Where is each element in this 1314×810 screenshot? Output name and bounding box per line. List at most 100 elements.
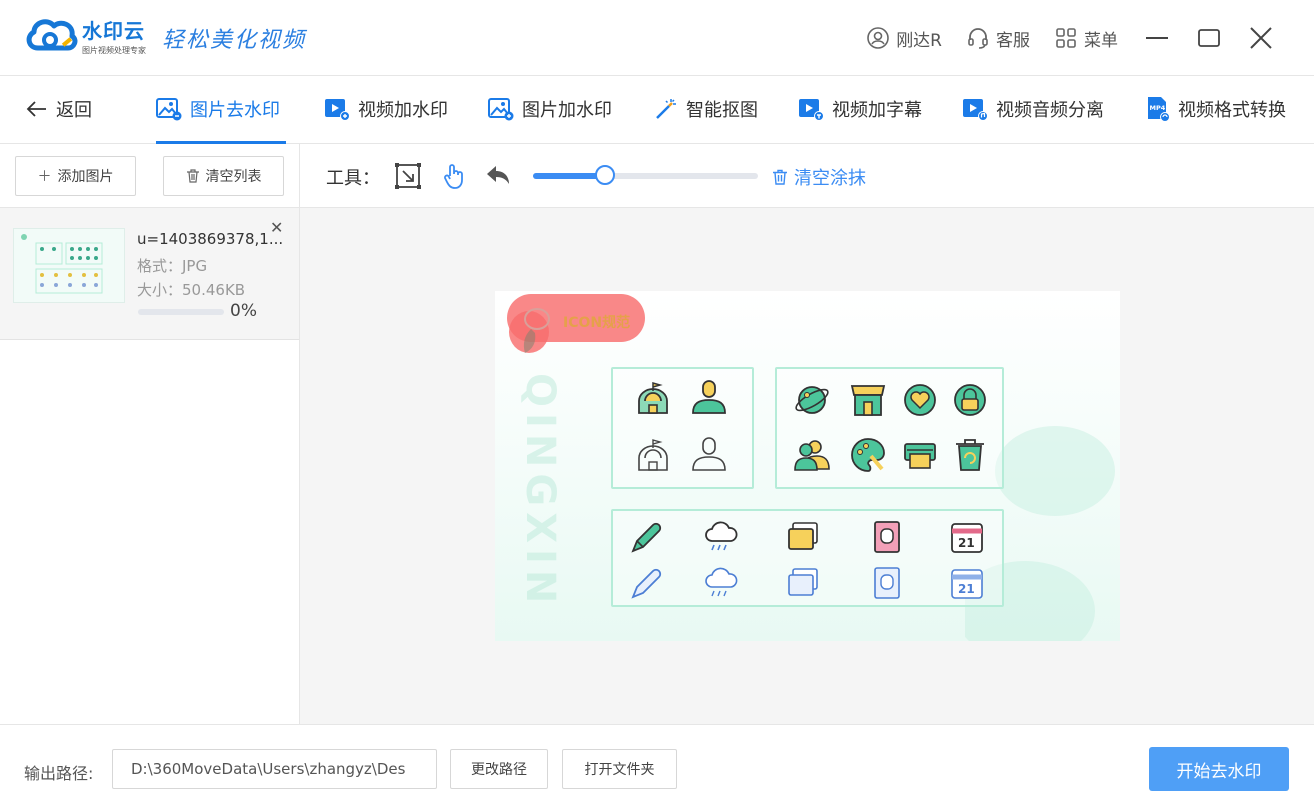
shop-icon xyxy=(850,385,886,416)
user-account-button[interactable]: 刚达R xyxy=(866,26,942,51)
calendar-day: 21 xyxy=(958,536,975,550)
leaf-logo-icon xyxy=(523,308,550,353)
tab-image-remove-watermark[interactable]: 图片去水印 xyxy=(156,96,280,122)
palette-icon xyxy=(851,438,885,472)
lock-icon xyxy=(954,384,986,416)
castle-outline-icon xyxy=(638,439,668,471)
footer-bar: 输出路径: D:\360MoveData\Users\zhangyz\Des 更… xyxy=(0,724,1314,810)
clear-paint-label: 清空涂抹 xyxy=(794,168,866,189)
app-slogan: 轻松美化视频 xyxy=(162,28,307,53)
add-image-button[interactable]: ＋ 添加图片 xyxy=(15,156,136,196)
tab-label: 图片加水印 xyxy=(522,100,612,121)
rain-cloud-icon xyxy=(705,521,738,551)
tab-video-format-convert[interactable]: MP4 视频格式转换 xyxy=(1146,96,1286,122)
trash-icon xyxy=(186,169,199,183)
output-path-field[interactable]: D:\360MoveData\Users\zhangyz\Des xyxy=(112,749,437,789)
file-name: u=1403869378,1... xyxy=(137,230,284,248)
rain-cloud-blue-icon xyxy=(705,567,738,597)
function-nav: 返回 图片去水印 视频加水印 图片加水印 智能抠图 视频加字幕 视频音频分离 M… xyxy=(0,76,1314,144)
back-button[interactable]: 返回 xyxy=(26,96,92,122)
customer-service-button[interactable]: 客服 xyxy=(966,26,1030,51)
minimize-icon xyxy=(1146,37,1168,39)
tab-video-add-watermark[interactable]: 视频加水印 xyxy=(324,96,448,122)
preview-canvas[interactable]: QINGXIN ICON规范 21 21 xyxy=(300,208,1314,724)
video-audio-icon xyxy=(963,99,988,121)
file-format: 格式：JPG xyxy=(137,257,208,275)
magic-wand-icon xyxy=(656,99,676,119)
file-progress-bar xyxy=(138,309,224,315)
close-button[interactable] xyxy=(1246,23,1276,53)
clear-list-button[interactable]: 清空列表 xyxy=(163,156,284,196)
file-thumbnail xyxy=(13,228,125,303)
tab-label: 视频音频分离 xyxy=(996,100,1104,121)
mp4-file-icon: MP4 xyxy=(1148,97,1170,122)
headset-icon xyxy=(968,28,988,49)
plus-icon: ＋ xyxy=(37,169,52,185)
file-size: 大小：50.46KB xyxy=(137,281,246,299)
video-add-icon xyxy=(325,99,350,121)
maximize-icon xyxy=(1198,29,1220,47)
person-outline-icon xyxy=(692,437,726,471)
back-label: 返回 xyxy=(56,100,92,121)
tab-video-add-subtitle[interactable]: 视频加字幕 xyxy=(798,96,922,122)
mp4-badge: MP4 xyxy=(1150,104,1166,112)
person-icon xyxy=(692,380,726,414)
file-list-item[interactable]: u=1403869378,1... 格式：JPG 大小：50.46KB ✕ 0% xyxy=(0,208,299,340)
tab-video-audio-split[interactable]: 视频音频分离 xyxy=(962,96,1104,122)
recycle-bin-icon xyxy=(956,439,984,471)
tab-label: 视频加水印 xyxy=(358,100,448,121)
preview-image[interactable]: QINGXIN ICON规范 21 21 xyxy=(495,291,1120,641)
file-progress-text: 0% xyxy=(230,301,257,321)
planet-icon xyxy=(795,386,829,414)
remove-file-icon[interactable]: ✕ xyxy=(270,218,283,237)
hand-pointer-icon[interactable] xyxy=(440,162,468,190)
heart-icon xyxy=(904,384,936,416)
select-box-icon[interactable] xyxy=(394,162,422,190)
menu-button[interactable]: 菜单 xyxy=(1054,26,1118,51)
tools-label: 工具： xyxy=(326,168,380,189)
mask-watermark-text: ICON规范 xyxy=(563,315,631,331)
tab-image-add-watermark[interactable]: 图片加水印 xyxy=(488,96,612,122)
maximize-button[interactable] xyxy=(1194,23,1224,53)
cards-blue-icon xyxy=(788,568,818,596)
grid-menu-icon xyxy=(1056,28,1076,48)
menu-label: 菜单 xyxy=(1084,30,1118,51)
tab-label: 视频加字幕 xyxy=(832,100,922,121)
undo-icon[interactable] xyxy=(484,162,512,190)
minimize-button[interactable] xyxy=(1142,23,1172,53)
tab-label: 智能抠图 xyxy=(686,100,758,121)
background-watermark-text: QINGXIN xyxy=(517,373,563,610)
pencil-blue-icon xyxy=(631,568,662,599)
video-subtitle-icon xyxy=(799,99,824,121)
start-remove-watermark-button[interactable]: 开始去水印 xyxy=(1149,747,1289,791)
open-folder-button[interactable]: 打开文件夹 xyxy=(562,749,677,789)
add-image-label: 添加图片 xyxy=(57,169,114,185)
tab-smart-cutout[interactable]: 智能抠图 xyxy=(654,96,758,122)
contact-book-icon xyxy=(874,521,900,553)
tool-bar: 工具： 清空涂抹 xyxy=(300,144,1314,208)
title-bar: 水印云 图片视频处理专家 轻松美化视频 刚达R 客服 菜单 xyxy=(0,0,1314,76)
brush-size-slider[interactable] xyxy=(533,173,758,179)
user-icon xyxy=(867,27,889,49)
user-name: 刚达R xyxy=(896,30,942,51)
tab-label: 图片去水印 xyxy=(190,100,280,121)
calendar-day: 21 xyxy=(958,582,975,596)
cards-icon xyxy=(788,522,818,550)
cloud-logo-icon xyxy=(26,19,78,51)
castle-icon xyxy=(638,382,668,414)
file-list-panel: ＋ 添加图片 清空列表 u=1403869378,1... 格式：JPG 大小：… xyxy=(0,144,300,724)
clear-paint-button[interactable]: 清空涂抹 xyxy=(772,164,866,190)
pencil-icon xyxy=(631,522,662,553)
app-subtitle: 图片视频处理专家 xyxy=(82,45,146,55)
app-name: 水印云 xyxy=(82,18,145,43)
contact-book-blue-icon xyxy=(874,567,900,599)
trash-icon xyxy=(773,169,787,185)
service-label: 客服 xyxy=(996,30,1030,51)
arrow-left-icon xyxy=(26,101,46,117)
calendar-blue-icon: 21 xyxy=(951,569,983,599)
close-icon xyxy=(1250,27,1272,49)
output-path-label: 输出路径: xyxy=(24,764,94,783)
change-path-button[interactable]: 更改路径 xyxy=(450,749,548,789)
slider-handle[interactable] xyxy=(595,165,615,185)
tab-label: 视频格式转换 xyxy=(1178,100,1286,121)
